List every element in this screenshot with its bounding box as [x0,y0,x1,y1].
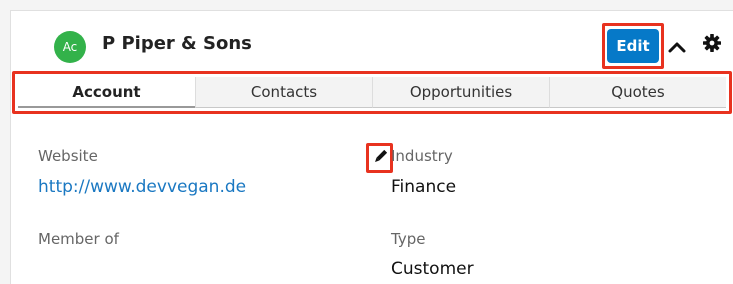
tab-quotes[interactable]: Quotes [549,77,726,108]
record-name: P Piper & Sons [102,33,252,54]
tab-bar: Account Contacts Opportunities Quotes [18,77,726,108]
record-header: Ac P Piper & Sons Edit [11,11,733,77]
record-card: Ac P Piper & Sons Edit Account Contacts … [10,10,733,284]
website-link[interactable]: http://www.devvegan.de [38,177,246,197]
tab-opportunities[interactable]: Opportunities [372,77,549,108]
type-value: Customer [391,259,474,279]
member-of-label: Member of [38,230,119,248]
industry-value: Finance [391,177,457,197]
tab-account[interactable]: Account [18,77,195,108]
edit-button[interactable]: Edit [607,29,659,63]
website-label: Website [38,147,98,165]
avatar: Ac [54,31,86,63]
chevron-up-icon[interactable] [667,37,687,57]
pencil-icon[interactable] [373,149,387,165]
tab-contacts[interactable]: Contacts [195,77,372,108]
type-label: Type [391,230,426,248]
gear-icon[interactable] [702,33,722,53]
industry-label: Industry [391,147,453,165]
